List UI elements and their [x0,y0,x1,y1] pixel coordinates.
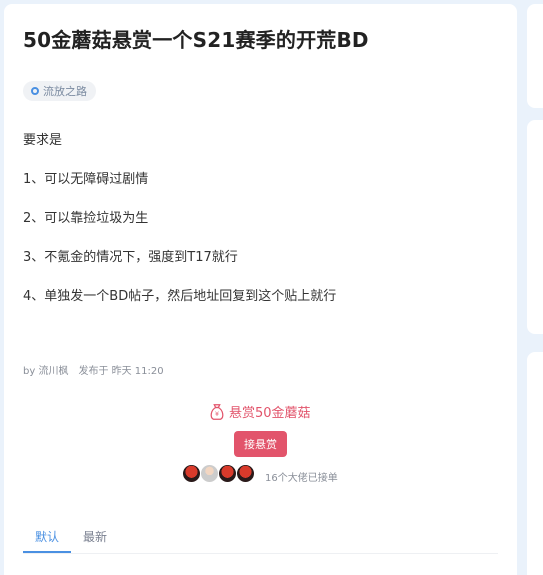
sidebar-card [527,120,543,334]
bounty-amount: ¥ 悬赏50金蘑菇 [208,402,311,421]
avatar[interactable] [236,464,255,483]
content-paragraph: 要求是 [23,133,63,148]
comment-tabs: 默认 最新 [23,520,498,554]
money-bag-icon: ¥ [210,403,224,420]
content-paragraph: 1、可以无障碍过剧情 [23,172,149,187]
post-meta: by 流川枫 发布于 昨天 11:20 [23,362,164,377]
tab-default[interactable]: 默认 [23,520,71,553]
post-title: 50金蘑菇悬赏一个S21赛季的开荒BD [23,28,369,52]
publish-time: 发布于 昨天 11:20 [78,366,164,377]
avatar[interactable] [200,464,219,483]
circle-icon [31,87,39,95]
sidebar-card [527,352,543,575]
content-paragraph: 4、单独发一个BD帖子，然后地址回复到这个贴上就行 [23,289,337,304]
author-link[interactable]: by 流川枫 [23,362,68,377]
takers-count: 16个大佬已接单 [265,473,338,484]
bounty-label: 悬赏50金蘑菇 [229,406,311,421]
avatar[interactable] [218,464,237,483]
content-paragraph: 2、可以靠捡垃圾为生 [23,211,149,226]
svg-text:¥: ¥ [215,411,219,418]
accept-bounty-button[interactable]: 接悬赏 [234,431,287,457]
content-paragraph: 3、不氪金的情况下，强度到T17就行 [23,250,238,265]
post-content: 要求是 1、可以无障碍过剧情 2、可以靠捡垃圾为生 3、不氪金的情况下，强度到T… [23,133,503,328]
taker-avatars [182,464,255,483]
tag-label: 流放之路 [43,85,87,98]
game-tag[interactable]: 流放之路 [23,81,96,101]
sidebar-card [527,4,543,108]
tab-latest[interactable]: 最新 [83,520,107,553]
avatar[interactable] [182,464,201,483]
